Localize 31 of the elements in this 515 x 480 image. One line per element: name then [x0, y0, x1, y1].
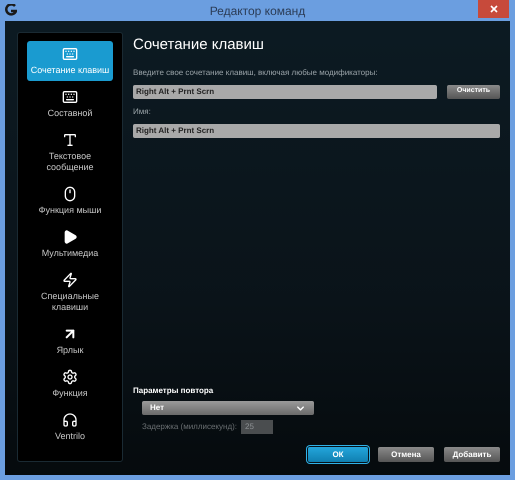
sidebar-item[interactable]: Ярлык [27, 321, 113, 361]
repeat-heading: Параметры повтора [133, 385, 214, 397]
sidebar-item[interactable]: Мультимедиа [27, 224, 113, 264]
headset-icon [62, 412, 78, 428]
sidebar-item[interactable]: Специальные клавиши [27, 267, 113, 318]
keyboard-icon [62, 46, 78, 62]
dialog-button[interactable]: ОК [308, 447, 368, 462]
keys-field[interactable]: Right Alt + Prnt Scrn [133, 84, 437, 98]
close-button[interactable] [478, 0, 509, 18]
repeat-dropdown[interactable]: Нет [142, 401, 314, 415]
logo-icon [5, 4, 17, 17]
keyboard-icon [62, 89, 78, 105]
sidebar-item[interactable]: Функция мыши [27, 181, 113, 221]
name-label: Имя: [133, 106, 152, 118]
window-title: Редактор команд [210, 2, 306, 20]
mouse-icon [62, 186, 78, 202]
gear-icon [62, 369, 78, 385]
sidebar-item[interactable]: Составной [27, 84, 113, 124]
close-icon [490, 5, 498, 13]
play-icon [62, 229, 78, 245]
delay-label: Задержка (миллисекунд): [142, 421, 237, 433]
lightning-icon [62, 272, 78, 288]
letter-icon [62, 132, 78, 148]
sidebar-item[interactable]: Функция [27, 364, 113, 404]
sidebar-item[interactable]: Текстовое сообщение [27, 127, 113, 178]
sidebar-item[interactable]: Ventrilo [27, 407, 113, 447]
dialog-button[interactable]: Отмена [378, 447, 434, 462]
page-heading: Сочетание клавиш [133, 35, 265, 55]
name-field[interactable]: Right Alt + Prnt Scrn [133, 124, 500, 138]
keys-label: Введите свое сочетание клавиш, включая любые модификаторы: [133, 66, 379, 78]
dialog-button[interactable]: Добавить [444, 447, 500, 462]
